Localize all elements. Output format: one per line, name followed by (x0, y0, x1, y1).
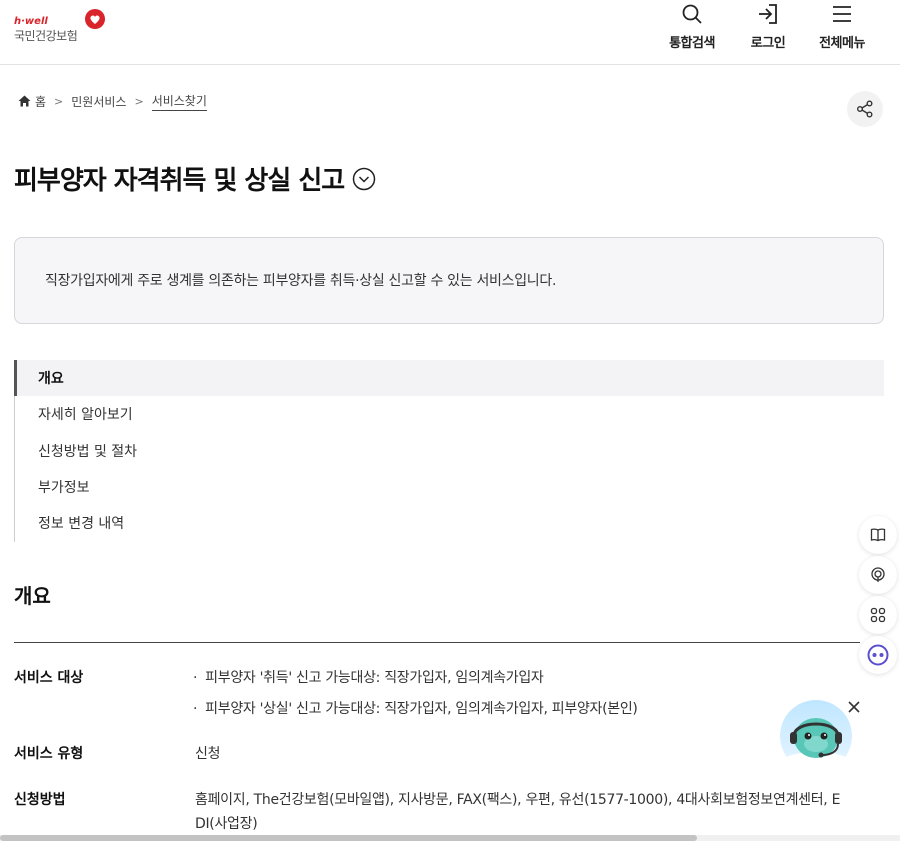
toc-item-details[interactable]: 자세히 알아보기 (14, 396, 884, 432)
section-divider (14, 642, 860, 643)
side-apps-button[interactable] (859, 596, 897, 634)
application-method-value-line1: 홈페이지, The건강보험(모바일앱), 지사방문, FAX(팩스), 우편, … (195, 792, 841, 808)
side-book-button[interactable] (859, 516, 897, 554)
toc-item-procedure[interactable]: 신청방법 및 절차 (14, 433, 884, 469)
logo-english: h·well (14, 16, 48, 27)
book-icon (870, 528, 886, 542)
chatbot-character-icon (782, 718, 850, 772)
breadcrumb-current[interactable]: 서비스찾기 (151, 92, 207, 111)
application-method-value-line2: DI(사업장) (195, 816, 258, 832)
scrollbar-thumb[interactable] (0, 835, 697, 841)
page-title: 피부양자 자격취득 및 상실 신고 (14, 160, 376, 197)
breadcrumb: 홈 > 민원서비스 > 서비스찾기 (18, 91, 207, 111)
breadcrumb-level1[interactable]: 민원서비스 (71, 93, 126, 110)
service-target-label: 서비스 대상 (14, 670, 84, 686)
service-type-value: 신청 (195, 746, 221, 762)
login-button[interactable]: 로그인 (740, 0, 796, 64)
heart-logo-icon (85, 9, 105, 29)
toc-item-overview[interactable]: 개요 (14, 360, 884, 396)
side-audio-button[interactable] (859, 556, 897, 594)
login-icon (759, 4, 777, 24)
application-method-label: 신청방법 (14, 792, 66, 808)
section-title-overview: 개요 (14, 584, 51, 608)
toc-item-change-history[interactable]: 정보 변경 내역 (14, 505, 884, 541)
all-menu-button[interactable]: 전체메뉴 (810, 0, 874, 64)
toc-item-additional-info[interactable]: 부가정보 (14, 469, 884, 505)
site-logo[interactable]: h·well 국민건강보험 (14, 8, 114, 48)
service-type-label: 서비스 유형 (14, 746, 84, 762)
breadcrumb-home[interactable]: 홈 (35, 93, 46, 110)
chatbot-face-icon (867, 644, 889, 666)
apps-grid-icon (870, 607, 886, 623)
site-header: h·well 국민건강보험 통합검색 로그인 전체메뉴 (0, 0, 900, 65)
all-menu-label: 전체메뉴 (819, 36, 865, 51)
search-icon (682, 4, 702, 24)
chevron-right-icon: > (134, 94, 144, 108)
logo-korean: 국민건강보험 (14, 29, 78, 43)
summary-text: 직장가입자에게 주로 생계를 의존하는 피부양자를 취득·상실 신고할 수 있는… (45, 273, 557, 289)
share-icon (857, 100, 873, 118)
page-title-text: 피부양자 자격취득 및 상실 신고 (14, 166, 345, 196)
chevron-down-circle-icon[interactable] (352, 167, 376, 191)
search-button[interactable]: 통합검색 (660, 0, 724, 64)
summary-box: 직장가입자에게 주로 생계를 의존하는 피부양자를 취득·상실 신고할 수 있는… (14, 237, 884, 324)
horizontal-scrollbar[interactable] (0, 835, 900, 841)
close-icon[interactable] (845, 698, 863, 716)
home-icon (18, 95, 31, 107)
service-target-item: 피부양자 '상실' 신고 가능대상: 직장가입자, 임의계속가입자, 피부양자(… (193, 698, 638, 718)
hamburger-icon (833, 6, 851, 22)
podcast-icon (871, 567, 885, 582)
service-target-item: 피부양자 '취득' 신고 가능대상: 직장가입자, 임의계속가입자 (193, 667, 544, 687)
table-of-contents: 개요 자세히 알아보기 신청방법 및 절차 부가정보 정보 변경 내역 (14, 360, 884, 542)
login-label: 로그인 (750, 36, 786, 51)
share-button[interactable] (847, 91, 883, 127)
chevron-right-icon: > (54, 94, 64, 108)
side-chatbot-button[interactable] (859, 636, 897, 674)
search-label: 통합검색 (669, 36, 715, 51)
chatbot-mascot[interactable] (780, 700, 852, 772)
